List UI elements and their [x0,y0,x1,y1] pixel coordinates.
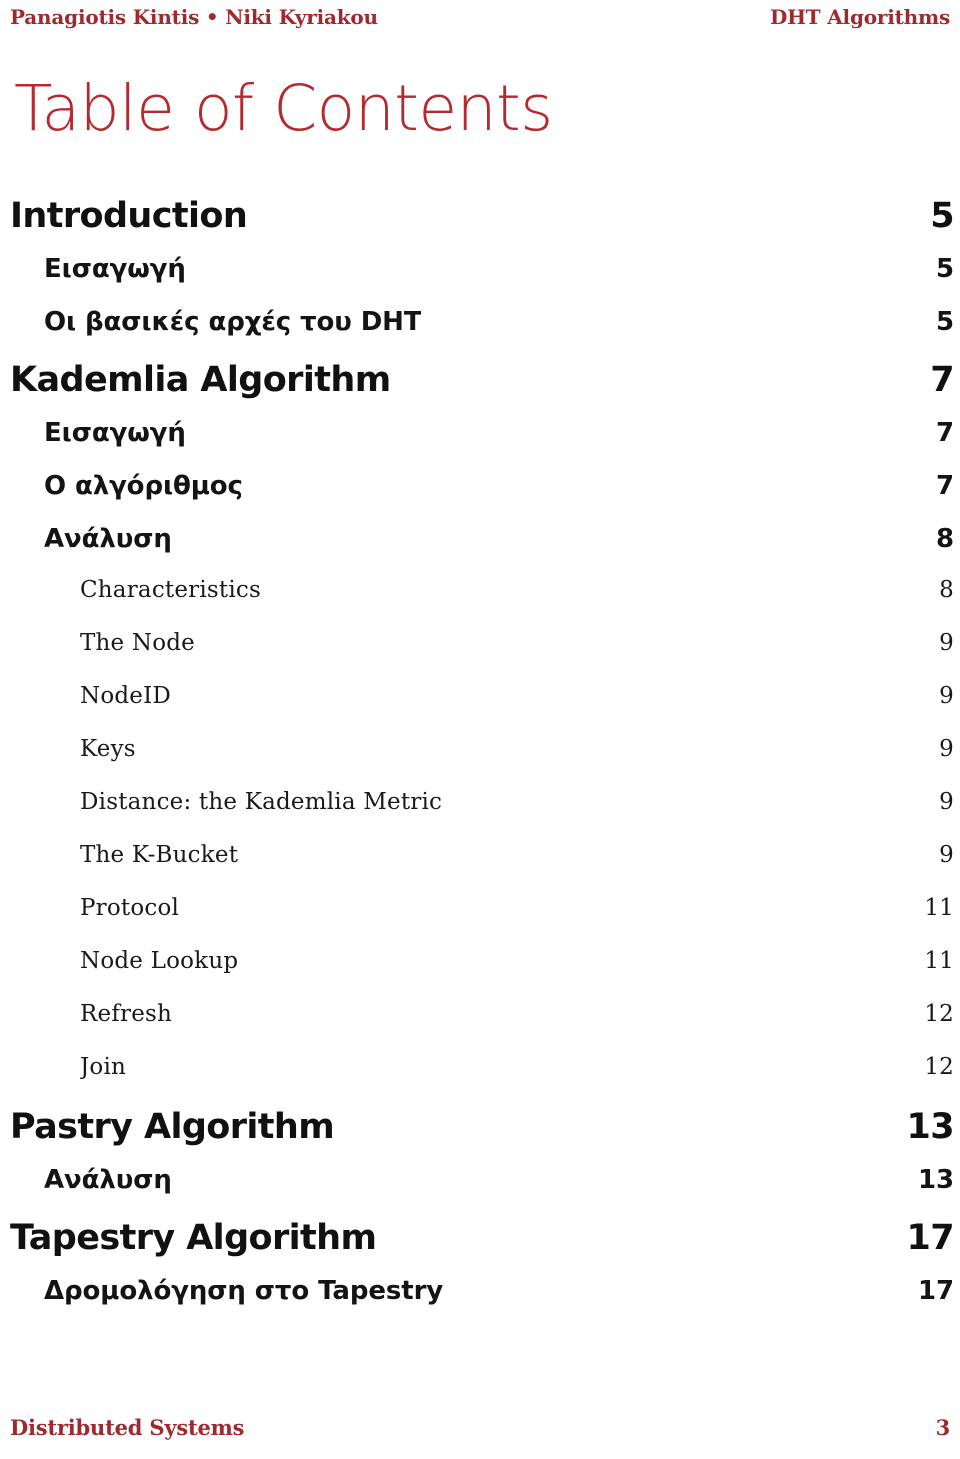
toc-entry-page-number: 9 [939,789,954,815]
toc-entry[interactable]: Δρομολόγηση στο Tapestry 17 [0,1276,960,1329]
toc-entry-page-number: 13 [918,1165,954,1195]
toc-entry-label: Protocol [80,895,180,921]
toc-entry-page-number: 17 [906,1218,954,1258]
toc-entry-label: The K-Bucket [80,842,239,868]
toc-entry[interactable]: Ανάλυση 8 [0,524,960,577]
toc-entry[interactable]: The K-Bucket 9 [0,842,960,895]
running-footer: Distributed Systems 3 [0,1411,960,1443]
toc-entry-label: Kademlia Algorithm [10,360,391,400]
toc-entry[interactable]: NodeID 9 [0,683,960,736]
header-document-title: DHT Algorithms [769,5,950,29]
toc-entry[interactable]: Node Lookup 11 [0,948,960,1001]
toc-entry[interactable]: The Node 9 [0,630,960,683]
toc-entry-label: Οι βασικές αρχές του DHT [44,307,422,337]
toc-entry[interactable]: Pastry Algorithm 13 [0,1107,960,1165]
document-page: Panagiotis Kintis • Niki Kyriakou DHT Al… [0,0,960,1459]
toc-entry-page-number: 7 [936,418,954,448]
toc-entry-label: Ανάλυση [44,524,172,554]
toc-entry[interactable]: Keys 9 [0,736,960,789]
toc-entry-label: Δρομολόγηση στο Tapestry [44,1276,444,1306]
toc-entry-page-number: 17 [918,1276,954,1306]
toc-entry[interactable]: Kademlia Algorithm 7 [0,360,960,418]
toc-entry-label: Pastry Algorithm [10,1107,335,1147]
toc-entry-label: Keys [80,736,136,762]
toc-entry-page-number: 9 [939,736,954,762]
toc-entry[interactable]: Ο αλγόριθμος 7 [0,471,960,524]
toc-entry-page-number: 11 [924,895,954,921]
toc-entry-page-number: 5 [930,196,954,236]
toc-entry-label: Characteristics [80,577,262,603]
toc-entry[interactable]: Protocol 11 [0,895,960,948]
toc-entry-label: Refresh [80,1001,173,1027]
toc-entry[interactable]: Refresh 12 [0,1001,960,1054]
table-of-contents: Introduction 5 Εισαγωγή 5 Οι βασικές αρχές τ… [0,196,960,1329]
toc-entry-label: Tapestry Algorithm [10,1218,377,1258]
toc-entry[interactable]: Join 12 [0,1054,960,1107]
toc-entry-label: Ο αλγόριθμος [44,471,243,501]
toc-entry-label: Join [80,1054,127,1080]
toc-entry-page-number: 5 [936,254,954,284]
toc-entry-label: The Node [80,630,195,656]
toc-entry-page-number: 5 [936,307,954,337]
toc-entry-label: Node Lookup [80,948,239,974]
toc-entry-label: Ανάλυση [44,1165,172,1195]
toc-entry-page-number: 8 [936,524,954,554]
toc-entry-page-number: 7 [936,471,954,501]
page-title: Table of Contents [14,72,553,145]
toc-entry-page-number: 9 [939,630,954,656]
toc-entry[interactable]: Distance: the Kademlia Metric 9 [0,789,960,842]
toc-entry-page-number: 12 [924,1054,954,1080]
toc-entry-page-number: 13 [906,1107,954,1147]
running-header: Panagiotis Kintis • Niki Kyriakou DHT Al… [0,0,960,44]
footer-page-number: 3 [935,1414,951,1440]
toc-entry[interactable]: Introduction 5 [0,196,960,254]
toc-entry[interactable]: Ανάλυση 13 [0,1165,960,1218]
toc-entry[interactable]: Tapestry Algorithm 17 [0,1218,960,1276]
toc-entry-page-number: 9 [939,683,954,709]
toc-entry-page-number: 9 [939,842,954,868]
toc-entry[interactable]: Εισαγωγή 5 [0,254,960,307]
toc-entry-label: Introduction [10,196,248,236]
toc-entry-page-number: 11 [924,948,954,974]
toc-entry[interactable]: Characteristics 8 [0,577,960,630]
toc-entry[interactable]: Οι βασικές αρχές του DHT 5 [0,307,960,360]
toc-entry-page-number: 8 [939,577,954,603]
toc-entry-label: NodeID [80,683,172,709]
toc-entry-page-number: 12 [924,1001,954,1027]
toc-entry-label: Εισαγωγή [44,418,186,448]
toc-entry-page-number: 7 [930,360,954,400]
toc-entry[interactable]: Εισαγωγή 7 [0,418,960,471]
header-authors: Panagiotis Kintis • Niki Kyriakou [10,5,378,29]
toc-entry-label: Distance: the Kademlia Metric [80,789,443,815]
footer-course-name: Distributed Systems [10,1414,245,1440]
toc-entry-label: Εισαγωγή [44,254,186,284]
